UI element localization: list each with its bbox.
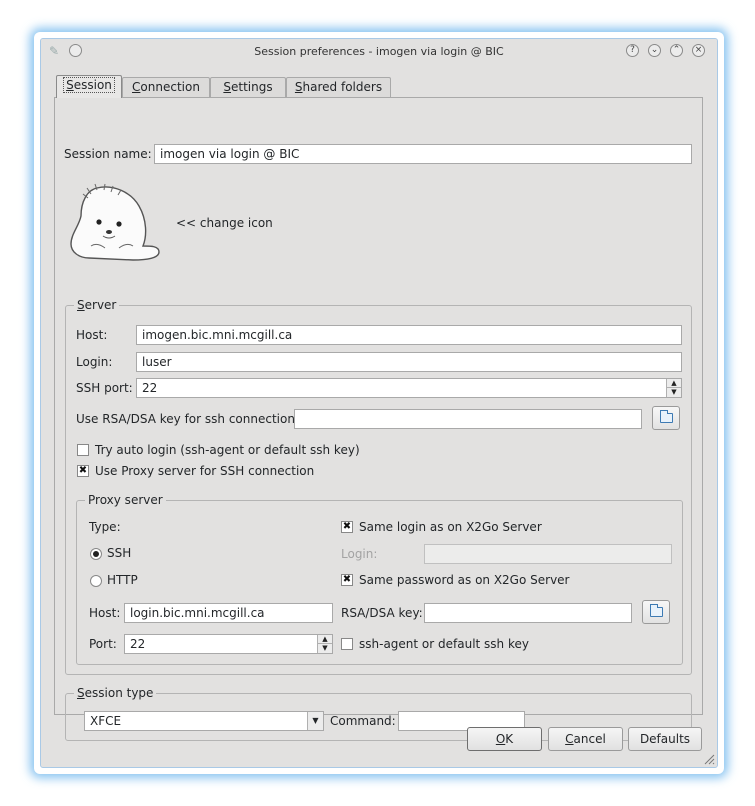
help-button[interactable]: ?	[626, 44, 639, 57]
server-host-input[interactable]: imogen.bic.mni.mcgill.ca	[136, 325, 682, 345]
use-proxy-checkbox[interactable]: ✖	[77, 465, 89, 477]
proxy-port-label: Port:	[89, 637, 117, 651]
session-preferences-dialog: ✎ Session preferences - imogen via login…	[40, 38, 718, 768]
proxy-host-label: Host:	[89, 606, 121, 620]
defaults-button[interactable]: Defaults	[628, 727, 702, 751]
server-login-input[interactable]: luser	[136, 352, 682, 372]
proxy-server-group-title: Proxy server	[85, 493, 166, 507]
server-group: Server Host: imogen.bic.mni.mcgill.ca Lo…	[65, 298, 692, 675]
session-type-value: XFCE	[90, 714, 122, 728]
proxy-login-input[interactable]	[424, 544, 672, 564]
tab-session[interactable]: Session	[56, 75, 122, 98]
proxy-rsa-key-label: RSA/DSA key:	[341, 606, 423, 620]
resize-grip-icon[interactable]	[703, 753, 715, 765]
folder-icon	[650, 604, 663, 617]
rsa-key-label: Use RSA/DSA key for ssh connection:	[76, 412, 299, 426]
proxy-type-ssh-label[interactable]: SSH	[107, 546, 131, 560]
ok-button[interactable]: OK	[467, 727, 542, 751]
use-proxy-label[interactable]: Use Proxy server for SSH connection	[95, 464, 314, 478]
same-login-checkbox[interactable]: ✖	[341, 521, 353, 533]
title-bar[interactable]: ✎ Session preferences - imogen via login…	[41, 39, 717, 65]
rsa-key-browse-button[interactable]	[652, 406, 680, 430]
same-password-checkbox[interactable]: ✖	[341, 574, 353, 586]
window-title: Session preferences - imogen via login @…	[254, 45, 504, 58]
server-login-label: Login:	[76, 355, 113, 369]
maximize-button[interactable]: ⌃	[670, 44, 683, 57]
tab-settings[interactable]: Settings	[210, 77, 286, 97]
proxy-server-group: Proxy server Type: SSH HTTP ✖ Same login…	[76, 493, 683, 665]
command-label: Command:	[330, 714, 396, 728]
proxy-rsa-key-input[interactable]	[424, 603, 632, 623]
proxy-port-stepper[interactable]: ▲ ▼	[317, 635, 332, 653]
proxy-rsa-key-browse-button[interactable]	[642, 600, 670, 624]
same-password-label[interactable]: Same password as on X2Go Server	[359, 573, 570, 587]
spin-down-icon[interactable]: ▼	[667, 388, 681, 397]
ssh-agent-label[interactable]: ssh-agent or default ssh key	[359, 637, 529, 651]
chevron-down-icon[interactable]: ▼	[307, 712, 323, 730]
seal-icon[interactable]	[67, 180, 161, 264]
auto-login-label[interactable]: Try auto login (ssh-agent or default ssh…	[95, 443, 360, 457]
session-name-label: Session name:	[64, 147, 152, 161]
cancel-button[interactable]: Cancel	[548, 727, 623, 751]
ssh-port-label: SSH port:	[76, 381, 133, 395]
proxy-type-http-label[interactable]: HTTP	[107, 573, 138, 587]
tab-shared-folders[interactable]: Shared folders	[286, 77, 391, 97]
proxy-type-label: Type:	[89, 520, 121, 534]
ssh-port-spinbox[interactable]: 22 ▲ ▼	[136, 378, 682, 398]
proxy-port-spinbox[interactable]: 22 ▲ ▼	[124, 634, 333, 654]
proxy-port-value: 22	[130, 637, 146, 651]
server-group-title: Server	[74, 298, 120, 312]
tab-connection[interactable]: Connection	[122, 77, 210, 97]
rsa-key-input[interactable]	[294, 409, 642, 429]
same-login-label[interactable]: Same login as on X2Go Server	[359, 520, 542, 534]
folder-icon	[660, 410, 673, 423]
proxy-host-input[interactable]: login.bic.mni.mcgill.ca	[124, 603, 333, 623]
tab-session-label: Session	[63, 77, 115, 93]
session-type-group-title: Session type	[74, 686, 157, 700]
proxy-type-ssh-radio[interactable]	[90, 548, 102, 560]
ssh-port-stepper[interactable]: ▲ ▼	[666, 379, 681, 397]
session-type-select[interactable]: XFCE ▼	[84, 711, 324, 731]
auto-login-checkbox[interactable]	[77, 444, 89, 456]
proxy-type-http-radio[interactable]	[90, 575, 102, 587]
server-host-label: Host:	[76, 328, 108, 342]
ssh-agent-checkbox[interactable]	[341, 638, 353, 650]
change-icon-label[interactable]: << change icon	[176, 216, 273, 230]
ssh-port-value: 22	[142, 381, 158, 395]
minimize-button[interactable]: ⌄	[648, 44, 661, 57]
session-tab-panel: Session name: imogen via login @ BIC << …	[54, 97, 703, 741]
spin-up-icon[interactable]: ▲	[318, 635, 332, 644]
proxy-login-label: Login:	[341, 547, 378, 561]
spin-down-icon[interactable]: ▼	[318, 644, 332, 653]
close-button[interactable]: ×	[692, 44, 705, 57]
session-name-input[interactable]: imogen via login @ BIC	[154, 144, 692, 164]
spin-up-icon[interactable]: ▲	[667, 379, 681, 388]
